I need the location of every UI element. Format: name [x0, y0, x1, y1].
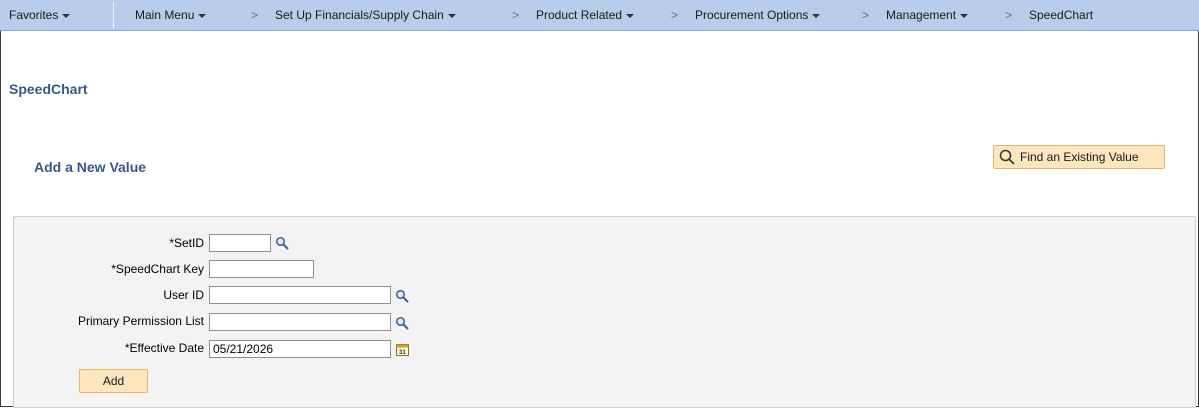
- find-existing-value-label: Find an Existing Value: [1020, 150, 1139, 164]
- setid-field[interactable]: [209, 234, 271, 252]
- breadcrumb-label: Procurement Options: [695, 8, 809, 22]
- chevron-down-icon: [62, 13, 71, 18]
- lookup-icon[interactable]: [275, 236, 289, 250]
- chevron-down-icon: [812, 13, 821, 18]
- speedchart-key-label: *SpeedChart Key: [111, 262, 204, 276]
- breadcrumb-label: Set Up Financials/Supply Chain: [275, 8, 444, 22]
- setid-label: *SetID: [169, 236, 204, 250]
- chevron-down-icon: [447, 13, 456, 18]
- main-menu-label: Main Menu: [135, 8, 195, 22]
- add-button[interactable]: Add: [79, 369, 148, 393]
- breadcrumb-separator: >: [512, 8, 520, 22]
- page-title: SpeedChart: [9, 81, 88, 97]
- favorites-label: Favorites: [9, 8, 59, 22]
- breadcrumb-procurement-options[interactable]: Procurement Options: [695, 8, 821, 22]
- calendar-icon[interactable]: 31: [396, 343, 409, 356]
- breadcrumb-product-related[interactable]: Product Related: [536, 8, 635, 22]
- svg-text:31: 31: [399, 350, 406, 356]
- primary-permission-list-field[interactable]: [209, 313, 391, 331]
- user-id-field[interactable]: [209, 286, 391, 304]
- lookup-icon[interactable]: [395, 316, 409, 330]
- favorites-menu[interactable]: Favorites: [9, 8, 71, 22]
- breadcrumb-separator: >: [1005, 8, 1013, 22]
- primary-permission-list-label: Primary Permission List: [77, 314, 204, 328]
- effective-date-field[interactable]: [209, 340, 391, 358]
- section-title: Add a New Value: [34, 159, 147, 175]
- effective-date-label: *Effective Date: [124, 341, 204, 355]
- main-menu[interactable]: Main Menu: [135, 8, 207, 22]
- breadcrumb-speedchart[interactable]: SpeedChart: [1029, 8, 1093, 22]
- search-icon: [999, 149, 1015, 165]
- breadcrumb-management[interactable]: Management: [886, 8, 969, 22]
- speedchart-key-field[interactable]: [209, 260, 314, 278]
- navigation-bar: Favorites Main Menu > Set Up Financials/…: [0, 0, 1199, 31]
- nav-divider: [113, 2, 114, 28]
- chevron-down-icon: [960, 13, 969, 18]
- breadcrumb-separator: >: [862, 8, 870, 22]
- breadcrumb-separator: >: [671, 8, 679, 22]
- breadcrumb-setup-financials[interactable]: Set Up Financials/Supply Chain: [275, 8, 456, 22]
- breadcrumb-label: SpeedChart: [1029, 8, 1094, 22]
- breadcrumb-separator: >: [251, 8, 259, 22]
- breadcrumb-label: Management: [886, 8, 957, 22]
- breadcrumb-label: Product Related: [536, 8, 623, 22]
- lookup-icon[interactable]: [395, 289, 409, 303]
- user-id-label: User ID: [163, 288, 204, 302]
- chevron-down-icon: [626, 13, 635, 18]
- find-existing-value-button[interactable]: Find an Existing Value: [993, 145, 1165, 169]
- chevron-down-icon: [198, 13, 207, 18]
